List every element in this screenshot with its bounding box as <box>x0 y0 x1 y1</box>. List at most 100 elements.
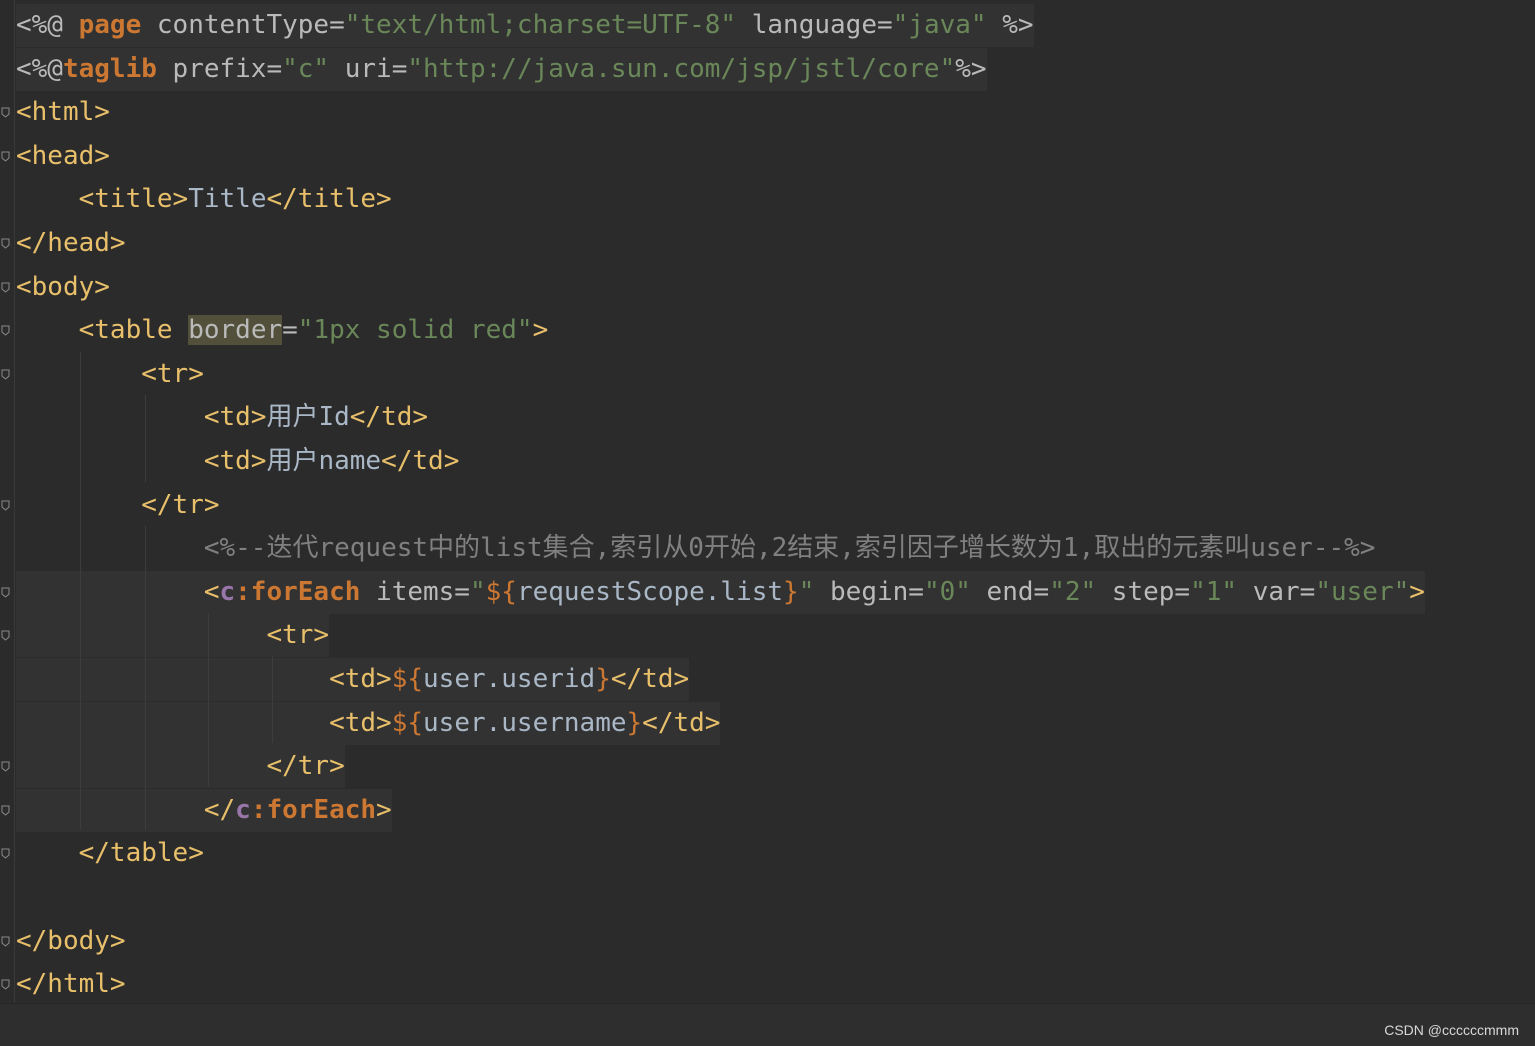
code-token: } <box>783 576 799 607</box>
code-line[interactable]: <%@ page contentType="text/html;charset=… <box>16 4 1034 47</box>
code-token: <title> <box>78 184 189 215</box>
code-token: </body> <box>16 925 126 956</box>
code-line[interactable]: <html> <box>16 91 110 134</box>
fold-marker-icon[interactable] <box>1 238 10 249</box>
code-editor[interactable]: <%@ page contentType="text/html;charset=… <box>0 0 1535 1045</box>
code-token: </table> <box>78 838 204 869</box>
code-line[interactable]: </tr> <box>16 745 345 789</box>
code-token: </td> <box>349 402 429 433</box>
code-token: <table <box>78 315 189 346</box>
code-token: "2" <box>1049 576 1097 607</box>
code-token: c <box>219 576 236 607</box>
code-line[interactable]: <%--迭代request中的list集合,索引从0开始,2结束,索引因子增长数… <box>16 527 1376 570</box>
fold-marker-icon[interactable] <box>1 936 10 947</box>
code-token: "text/html;charset=UTF-8" <box>344 10 737 40</box>
fold-marker-icon[interactable] <box>1 630 10 642</box>
code-line[interactable]: <tr> <box>16 353 204 396</box>
code-token: ${ <box>391 707 424 738</box>
code-token: 用户Id <box>266 402 350 433</box>
code-line[interactable]: <title>Title</title> <box>16 178 392 221</box>
code-token: </td> <box>610 664 690 694</box>
code-token: :forEach <box>235 576 361 607</box>
code-line[interactable]: </c:forEach> <box>16 788 392 832</box>
code-token: items= <box>360 576 470 607</box>
code-token: uri= <box>329 53 408 84</box>
code-token: </ <box>203 794 236 825</box>
code-token: <td> <box>203 402 267 433</box>
fold-marker-icon[interactable] <box>1 848 10 860</box>
code-line[interactable]: <tr> <box>16 614 330 658</box>
fold-marker-icon[interactable] <box>1 369 10 380</box>
fold-marker-icon[interactable] <box>1 107 10 118</box>
code-line[interactable]: </body> <box>16 920 126 963</box>
code-line[interactable]: </table> <box>16 832 204 875</box>
code-token: contentType= <box>141 10 345 40</box>
code-line[interactable]: <body> <box>16 266 110 309</box>
code-line[interactable]: <td>${user.username}</td> <box>16 701 721 745</box>
fold-marker-icon[interactable] <box>1 587 10 598</box>
code-token: <%@ <box>16 53 63 84</box>
code-token: > <box>1409 576 1425 607</box>
fold-marker-icon[interactable] <box>1 151 10 162</box>
code-token: %> <box>955 53 987 84</box>
code-token: page <box>78 10 142 40</box>
code-line[interactable]: <%@taglib prefix="c" uri="http://java.su… <box>16 47 987 91</box>
code-token: c <box>235 794 251 825</box>
indent-guide <box>145 395 146 482</box>
code-token: end= <box>970 576 1050 607</box>
code-token: <td> <box>329 664 392 694</box>
code-token: <tr> <box>266 620 330 651</box>
fold-marker-icon[interactable] <box>1 805 10 816</box>
code-token: <%@ <box>16 10 79 40</box>
code-token: "0" <box>923 576 971 607</box>
code-token: "user" <box>1315 576 1410 607</box>
code-token: </html> <box>16 969 126 1000</box>
code-token: <td> <box>329 707 392 738</box>
indent-guide <box>272 656 273 743</box>
code-line[interactable]: <td>用户name</td> <box>16 440 460 483</box>
code-token: step= <box>1096 576 1191 607</box>
fold-marker-icon[interactable] <box>1 500 10 511</box>
code-token: requestScope.list <box>516 576 784 607</box>
code-line[interactable]: <td>${user.userid}</td> <box>16 658 690 701</box>
code-token: taglib <box>62 53 157 84</box>
code-token: </tr> <box>141 489 220 520</box>
code-line[interactable]: <c:forEach items="${requestScope.list}" … <box>16 570 1425 614</box>
code-token: "http://java.sun.com/jsp/jstl/core" <box>407 53 956 84</box>
code-token: ${ <box>485 576 517 607</box>
code-token: </head> <box>16 228 126 258</box>
code-line[interactable]: <td>用户Id</td> <box>16 396 428 439</box>
status-footer: CSDN @ccccccmmm <box>0 1003 1535 1046</box>
fold-marker-icon[interactable] <box>1 325 10 336</box>
code-token: </td> <box>642 707 721 738</box>
code-line[interactable]: </head> <box>16 222 126 265</box>
code-token: user.username <box>423 707 627 738</box>
code-line[interactable]: <head> <box>16 135 110 178</box>
code-token: <%--迭代request中的list集合,索引从0开始,2结束,索引因子增长数… <box>203 533 1376 564</box>
indent-guide <box>80 352 81 830</box>
watermark-text: CSDN @ccccccmmm <box>1384 1022 1519 1038</box>
code-token: } <box>626 707 643 738</box>
code-line[interactable]: </tr> <box>16 484 220 527</box>
fold-marker-icon[interactable] <box>1 761 10 772</box>
fold-marker-icon[interactable] <box>1 979 10 990</box>
editor-gutter <box>0 0 15 1045</box>
code-token: "1px solid red" <box>297 315 533 346</box>
code-line[interactable]: </html> <box>16 963 126 1006</box>
code-token: Title <box>188 184 267 215</box>
code-line[interactable]: <table border="1px solid red"> <box>16 309 548 352</box>
code-token: <html> <box>16 97 110 128</box>
fold-marker-icon[interactable] <box>1 282 10 293</box>
code-token: } <box>595 664 611 694</box>
code-token: </tr> <box>266 751 345 782</box>
code-token: = <box>282 315 298 346</box>
